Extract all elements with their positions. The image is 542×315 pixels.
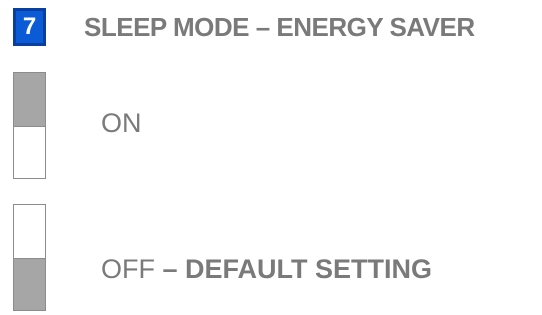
section-title: SLEEP MODE – ENERGY SAVER (84, 12, 475, 42)
default-setting-note: – DEFAULT SETTING (155, 254, 433, 284)
dip-switch-slot (14, 125, 45, 179)
option-on-label: ON (101, 108, 142, 139)
off-state-label: OFF (101, 254, 155, 284)
dip-switch-lever-down (14, 257, 45, 310)
sleep-mode-panel: 7 SLEEP MODE – ENERGY SAVER ON OFF – DEF… (0, 0, 542, 315)
dip-switch-lever-up (14, 73, 45, 126)
step-number-badge: 7 (13, 8, 46, 46)
dip-switch-on[interactable] (13, 72, 46, 179)
dip-switch-slot (14, 205, 45, 258)
on-state-label: ON (101, 108, 142, 138)
dip-switch-off[interactable] (13, 204, 46, 311)
option-off-label: OFF – DEFAULT SETTING (101, 254, 432, 285)
